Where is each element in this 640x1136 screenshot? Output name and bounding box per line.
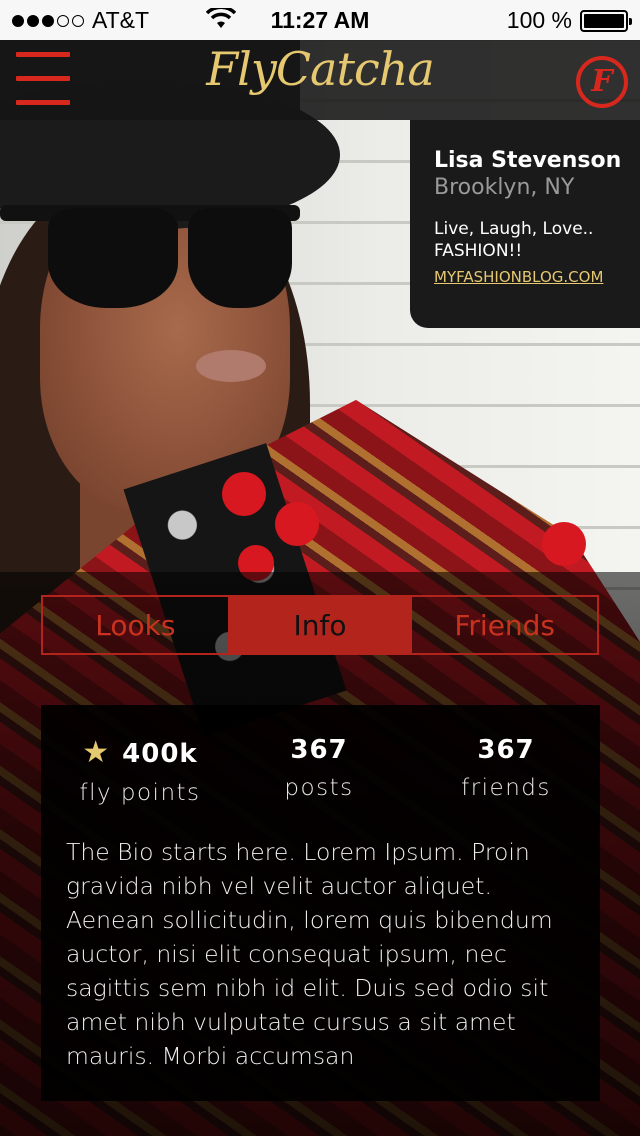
fly-points-label: fly points — [79, 780, 201, 806]
profile-blog-link[interactable]: MYFASHIONBLOG.COM — [434, 268, 640, 286]
fly-points-value: 400k — [122, 739, 198, 769]
stats-row: ★ 400k fly points 367 posts 367 friends — [41, 735, 600, 815]
battery-percent: 100 % — [506, 7, 572, 33]
profile-tagline: Live, Laugh, Love.. FASHION!! — [434, 219, 594, 261]
brand-f-icon[interactable]: F — [576, 56, 628, 108]
friends-value: 367 — [477, 735, 535, 765]
stat-fly-points: ★ 400k fly points — [75, 735, 205, 806]
info-panel: ★ 400k fly points 367 posts 367 friends T… — [41, 705, 600, 1101]
bio-text: The Bio starts here. Lorem Ipsum. Proin … — [66, 838, 553, 1070]
stat-posts[interactable]: 367 posts — [259, 735, 379, 801]
star-icon: ★ — [82, 735, 111, 770]
battery-icon — [580, 9, 632, 32]
profile-card: Lisa Stevenson Brooklyn, NY Live, Laugh,… — [410, 120, 640, 328]
stat-friends[interactable]: 367 friends — [446, 735, 566, 801]
posts-value: 367 — [290, 735, 348, 765]
top-nav: FlyCatcha F — [0, 40, 640, 120]
friends-label: friends — [461, 775, 551, 801]
profile-tabs: Looks Info Friends — [41, 595, 599, 655]
tab-friends[interactable]: Friends — [412, 597, 597, 653]
battery-status: 100 % — [506, 7, 632, 34]
app-logo: FlyCatcha — [206, 42, 435, 96]
tab-looks[interactable]: Looks — [43, 597, 228, 653]
profile-location: Brooklyn, NY — [434, 175, 575, 200]
status-bar: AT&T 11:27 AM 100 % — [0, 0, 640, 40]
posts-label: posts — [284, 775, 354, 801]
tab-info[interactable]: Info — [227, 597, 413, 653]
profile-name: Lisa Stevenson — [434, 148, 622, 173]
